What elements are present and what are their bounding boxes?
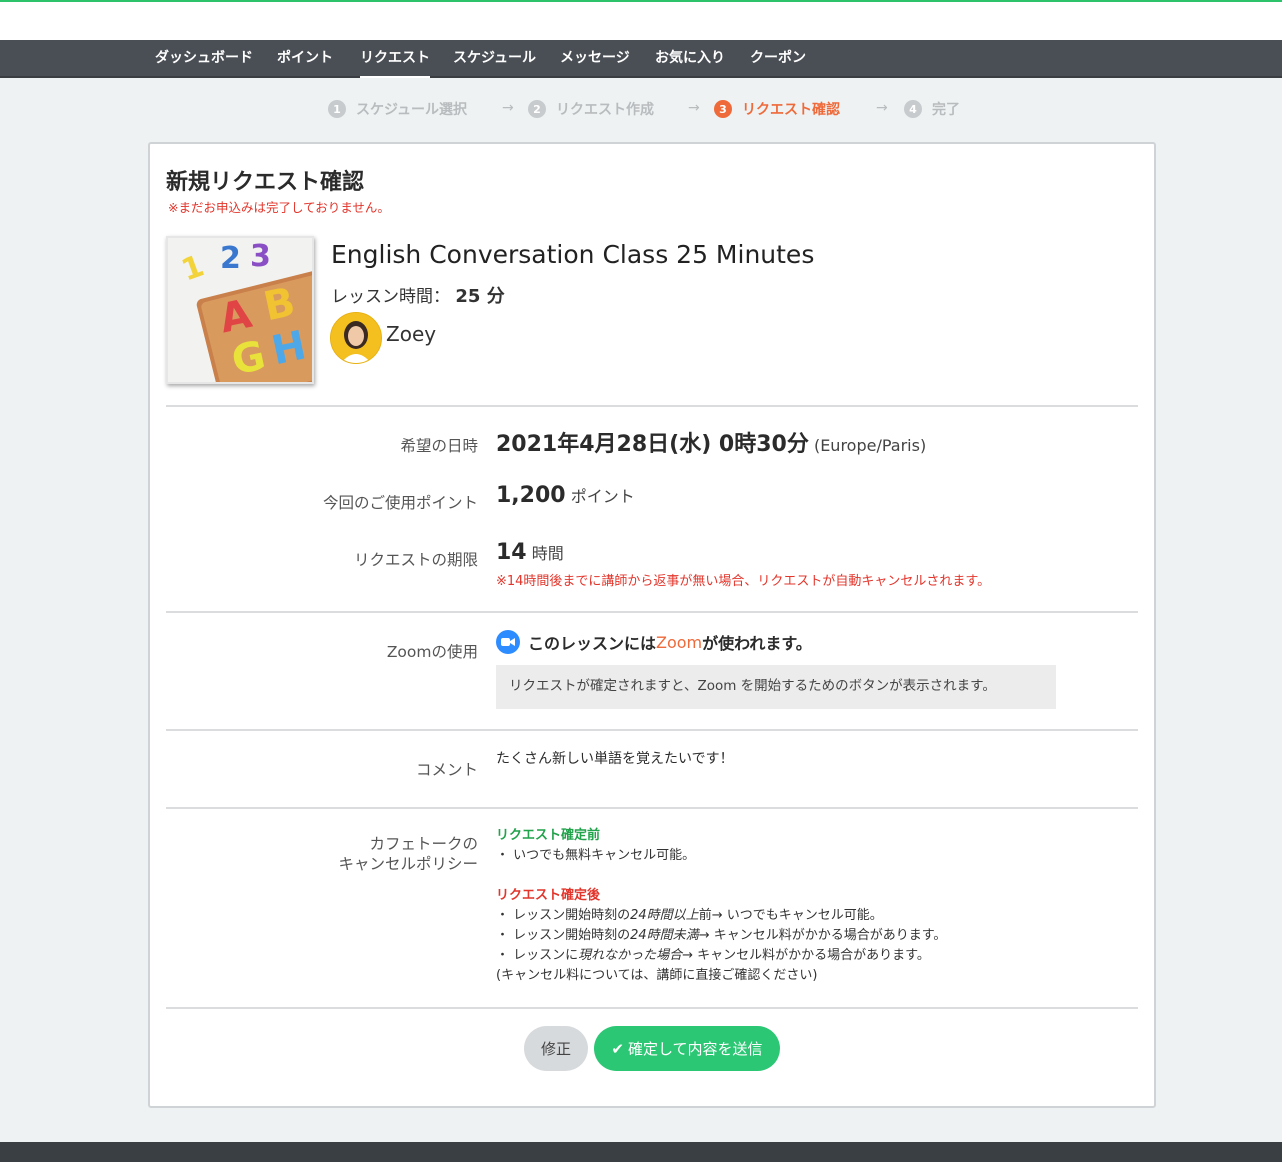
deadline-value: 14 時間 — [496, 540, 564, 565]
nav-dashboard[interactable]: ダッシュボード — [155, 40, 253, 78]
points-number: 1,200 — [496, 483, 566, 508]
zoom-heading-pre: このレッスンには — [528, 634, 657, 653]
teacher-name[interactable]: Zoey — [386, 322, 436, 346]
zoom-brand: Zoom — [656, 632, 703, 652]
not-complete-warning: ※まだお申込みは完了しておりません。 — [168, 200, 390, 215]
divider — [166, 611, 1138, 613]
abc-blocks-image: 1 2 3 A B G H — [168, 238, 312, 382]
step-arrow: → — [502, 100, 514, 116]
duration-label: レッスン時間： — [331, 287, 450, 307]
step-1: 1 スケジュール選択 — [328, 96, 467, 122]
step-number: 2 — [528, 100, 546, 118]
step-label: 完了 — [932, 102, 960, 118]
policy-after-title: リクエスト確定後 — [496, 888, 601, 903]
nav-messages[interactable]: メッセージ — [560, 40, 630, 78]
confirm-submit-button[interactable]: ✔ 確定して内容を送信 — [594, 1026, 780, 1071]
zoom-heading: このレッスンには Zoom が使われます。 — [496, 630, 812, 654]
nav-request[interactable]: リクエスト — [360, 40, 430, 78]
edit-button[interactable]: 修正 — [524, 1026, 588, 1071]
divider — [166, 729, 1138, 731]
step-3-current: 3 リクエスト確認 — [714, 96, 840, 122]
cancel-policy-label: カフェトークの キャンセルポリシー — [338, 834, 478, 874]
teacher-avatar[interactable] — [330, 312, 382, 364]
nav-coupons[interactable]: クーポン — [750, 40, 806, 78]
points-value: 1,200 ポイント — [496, 483, 635, 508]
datetime-label: 希望の日時 — [400, 437, 478, 455]
lesson-duration: レッスン時間： 25 分 — [331, 282, 505, 308]
video-camera-icon — [496, 630, 520, 654]
course-thumbnail: 1 2 3 A B G H — [166, 236, 314, 384]
step-number: 4 — [904, 100, 922, 118]
step-label: スケジュール選択 — [356, 102, 468, 118]
step-number: 3 — [714, 100, 732, 118]
nav-points[interactable]: ポイント — [277, 40, 333, 78]
policy-label-line2: キャンセルポリシー — [338, 855, 478, 873]
main-nav: ダッシュボード ポイント リクエスト スケジュール メッセージ お気に入り クー… — [0, 40, 1282, 78]
policy-label-line1: カフェトークの — [369, 835, 478, 853]
request-confirm-card: 新規リクエスト確認 ※まだお申込みは完了しておりません。 1 2 3 A B G… — [148, 142, 1156, 1108]
progress-steps: 1 スケジュール選択 → 2 リクエスト作成 → 3 リクエスト確認 → 4 完… — [0, 96, 1282, 122]
nav-favorites[interactable]: お気に入り — [655, 40, 725, 78]
divider — [166, 1007, 1138, 1009]
step-2: 2 リクエスト作成 — [528, 96, 654, 122]
policy-after-item-2: ・ レッスン開始時刻の24時間未満→ キャンセル料がかかる場合があります。 — [496, 928, 947, 943]
svg-text:3: 3 — [250, 239, 271, 274]
divider — [166, 405, 1138, 407]
comment-text: たくさん新しい単語を覚えたいです！ — [496, 751, 734, 767]
page-title: 新規リクエスト確認 — [166, 170, 365, 195]
deadline-unit: 時間 — [531, 544, 564, 563]
nav-schedule[interactable]: スケジュール — [453, 40, 536, 78]
page-footer — [0, 1142, 1282, 1162]
deadline-number: 14 — [496, 540, 527, 565]
step-arrow: → — [876, 100, 888, 116]
policy-after-item-3: ・ レッスンに現れなかった場合→ キャンセル料がかかる場合があります。 — [496, 948, 930, 963]
datetime-value: 2021年4月28日(水) 0時30分 (Europe/Paris) — [496, 426, 926, 458]
deadline-note: ※14時間後までに講師から返事が無い場合、リクエストが自動キャンセルされます。 — [496, 574, 991, 589]
svg-text:2: 2 — [220, 241, 241, 276]
step-4: 4 完了 — [904, 96, 960, 122]
step-number: 1 — [328, 100, 346, 118]
divider — [166, 807, 1138, 809]
step-label: リクエスト確認 — [742, 102, 840, 118]
policy-after-item-1: ・ レッスン開始時刻の24時間以上前→ いつでもキャンセル可能。 — [496, 908, 883, 923]
course-title: English Conversation Class 25 Minutes — [331, 240, 815, 269]
points-label: 今回のご使用ポイント — [322, 494, 478, 512]
step-label: リクエスト作成 — [556, 102, 654, 118]
zoom-label: Zoomの使用 — [386, 643, 478, 661]
zoom-heading-post: が使われます。 — [702, 634, 812, 653]
datetime-text: 2021年4月28日(水) 0時30分 — [496, 432, 809, 457]
duration-value: 25 分 — [455, 286, 505, 307]
check-icon: ✔ — [611, 1039, 624, 1058]
policy-note: (キャンセル料については、講師に直接ご確認ください) — [496, 968, 818, 983]
avatar-image — [331, 313, 381, 363]
deadline-label: リクエストの期限 — [353, 551, 478, 569]
comment-label: コメント — [415, 761, 478, 779]
policy-before-title: リクエスト確定前 — [496, 828, 601, 843]
points-unit: ポイント — [570, 487, 635, 506]
step-arrow: → — [688, 100, 700, 116]
top-header-bar — [0, 0, 1282, 40]
zoom-note-box: リクエストが確定されますと、Zoom を開始するためのボタンが表示されます。 — [496, 665, 1056, 709]
submit-label: 確定して内容を送信 — [628, 1040, 763, 1058]
cancel-policy: リクエスト確定前 ・ いつでも無料キャンセル可能。 リクエスト確定後 ・ レッス… — [496, 826, 946, 986]
policy-before-item: ・ いつでも無料キャンセル可能。 — [496, 848, 696, 863]
timezone-text: (Europe/Paris) — [813, 436, 927, 455]
